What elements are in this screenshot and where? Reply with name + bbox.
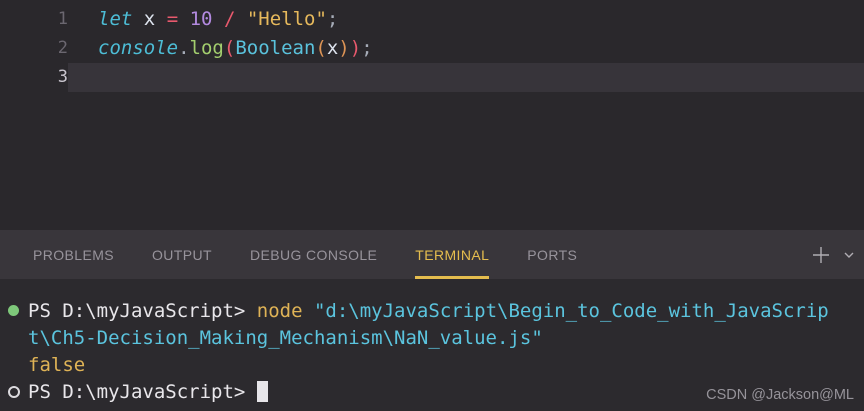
tab-ports[interactable]: PORTS — [527, 230, 577, 279]
terminal-text: PS D:\myJavaScript> — [28, 381, 257, 403]
code-token: let — [98, 8, 132, 30]
code-token: Boolean — [235, 37, 315, 59]
terminal-text: node — [257, 300, 314, 322]
line-number: 1 — [0, 5, 68, 34]
code-token: . — [178, 37, 189, 59]
code-token: 10 — [190, 8, 213, 30]
code-line[interactable]: 3 — [0, 63, 864, 92]
panel-actions — [810, 230, 858, 279]
panel-tab-bar: PROBLEMS OUTPUT DEBUG CONSOLE TERMINAL PORTS — [0, 230, 864, 279]
code-token: ( — [315, 37, 326, 59]
code-token: = — [167, 8, 178, 30]
tab-debug-console[interactable]: DEBUG CONSOLE — [250, 230, 377, 279]
code-token: x — [144, 8, 155, 30]
code-text — [68, 63, 864, 92]
plus-icon[interactable] — [810, 244, 832, 266]
code-token: ; — [327, 8, 338, 30]
circle-outline-icon — [8, 386, 20, 398]
terminal-cursor — [257, 381, 268, 402]
code-token: ) — [350, 37, 361, 59]
code-token: ) — [338, 37, 349, 59]
prompt-marker — [8, 386, 28, 398]
terminal-text: "d:\myJavaScript\Begin_to_Code_with_Java… — [314, 300, 829, 322]
code-token: / — [224, 8, 235, 30]
code-token: "Hello" — [247, 8, 327, 30]
code-token: log — [190, 37, 224, 59]
code-token — [155, 8, 166, 30]
code-token: ( — [224, 37, 235, 59]
tab-problems[interactable]: PROBLEMS — [33, 230, 114, 279]
code-text: console.log(Boolean(x)); — [68, 34, 864, 63]
code-token: x — [327, 37, 338, 59]
code-token — [235, 8, 246, 30]
bottom-panel: PROBLEMS OUTPUT DEBUG CONSOLE TERMINAL PORTS… — [0, 230, 864, 411]
code-token: ; — [361, 37, 372, 59]
watermark: CSDN @Jackson@ML — [706, 387, 854, 403]
code-token — [178, 8, 189, 30]
terminal-text: PS D:\myJavaScript> — [28, 300, 257, 322]
line-number: 3 — [0, 63, 68, 92]
code-line[interactable]: 2console.log(Boolean(x)); — [0, 34, 864, 63]
prompt-marker — [8, 305, 28, 316]
code-text: let x = 10 / "Hello"; — [68, 5, 864, 34]
green-dot-icon — [8, 305, 19, 316]
code-token — [212, 8, 223, 30]
code-token: console — [98, 37, 178, 59]
vscode-window: 1let x = 10 / "Hello";2console.log(Boole… — [0, 0, 864, 411]
tab-terminal[interactable]: TERMINAL — [415, 230, 489, 279]
line-number: 2 — [0, 34, 68, 63]
tab-output[interactable]: OUTPUT — [152, 230, 212, 279]
code-editor[interactable]: 1let x = 10 / "Hello";2console.log(Boole… — [0, 0, 864, 230]
terminal-text: false — [28, 354, 85, 376]
terminal-text: t\Ch5-Decision_Making_Mechanism\NaN_valu… — [28, 327, 543, 349]
terminal-line: PS D:\myJavaScript> node "d:\myJavaScrip… — [8, 297, 864, 324]
terminal-line: false — [8, 351, 864, 378]
panel-tabs: PROBLEMS OUTPUT DEBUG CONSOLE TERMINAL PORTS — [33, 230, 615, 279]
terminal-line: t\Ch5-Decision_Making_Mechanism\NaN_valu… — [8, 324, 864, 351]
code-token — [132, 8, 143, 30]
code-line[interactable]: 1let x = 10 / "Hello"; — [0, 5, 864, 34]
chevron-down-icon[interactable] — [842, 248, 856, 262]
